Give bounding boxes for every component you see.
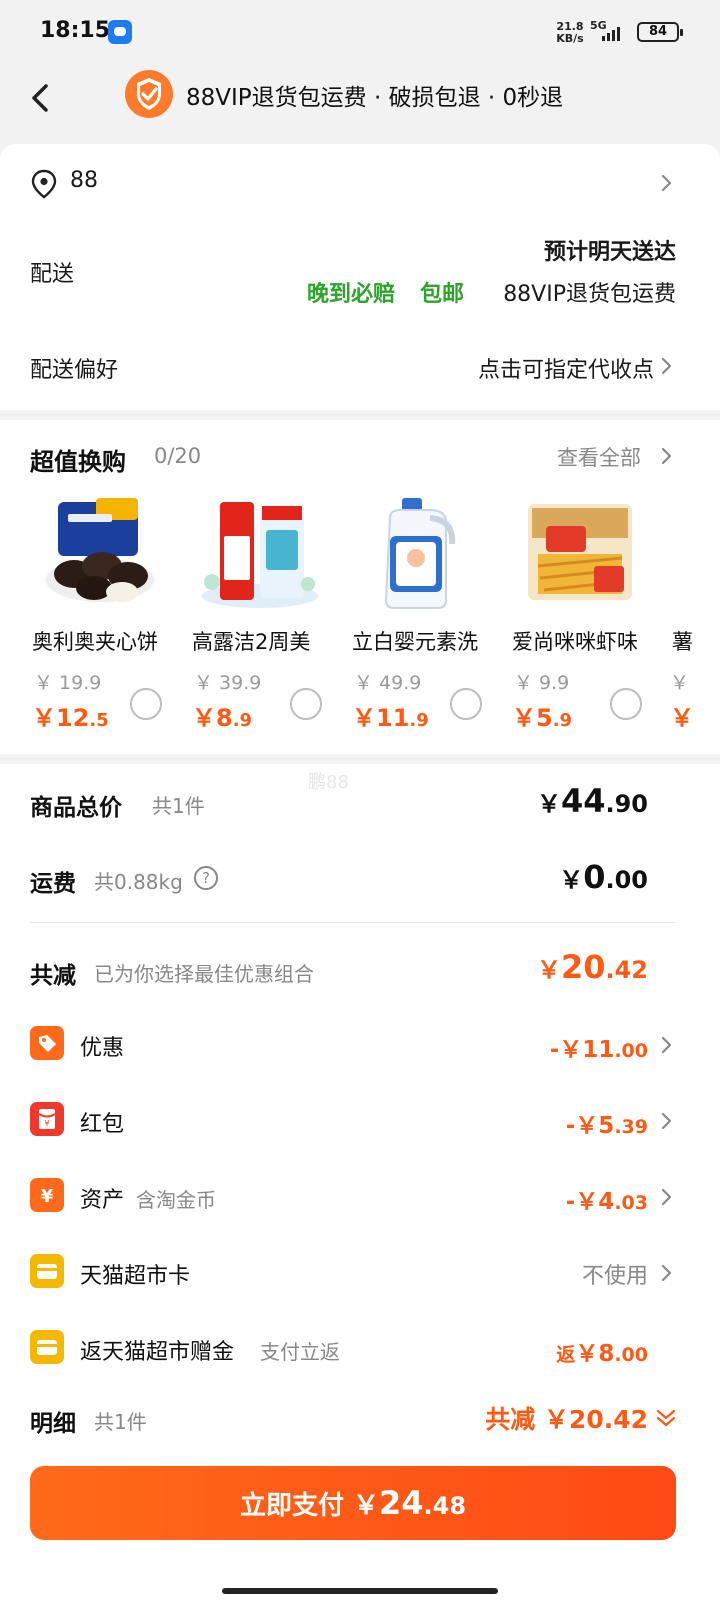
coupon-tag-icon	[30, 1026, 64, 1060]
shipping-amount: ￥0.00	[559, 858, 648, 896]
swap-product[interactable]: 立白婴元素洗 ￥ 49.9 ￥11.9	[350, 490, 510, 732]
shrimp-snack-product-image	[510, 496, 650, 612]
preference-value[interactable]: 点击可指定代收点	[478, 352, 654, 384]
signal-icon	[602, 27, 620, 41]
net-speed: 21.8 KB/s	[556, 20, 584, 45]
goods-total-label: 商品总价	[30, 795, 122, 821]
shield-check-icon	[124, 68, 174, 120]
swap-product-partial[interactable]: 薯 ￥ ￥	[670, 490, 720, 730]
red-packet-amount[interactable]: -￥5.39	[566, 1106, 648, 1140]
help-icon[interactable]: ?	[194, 866, 218, 890]
detail-count: 共1件	[94, 1410, 147, 1434]
goods-count: 共1件	[152, 794, 205, 818]
svg-text:¥: ¥	[41, 1186, 54, 1207]
select-radio[interactable]	[610, 688, 642, 720]
chevron-right-icon[interactable]	[660, 1186, 674, 1208]
supermarket-card-label: 天猫超市卡	[80, 1264, 191, 1289]
product-price: ￥	[670, 704, 694, 730]
discount-label: 优惠	[80, 1036, 125, 1061]
yuan-coin-icon: ¥	[30, 1178, 64, 1212]
page-title: 88VIP退货包运费 · 破损包退 · 0秒退	[186, 85, 564, 111]
reduction-label: 共减	[30, 963, 76, 989]
reduction-amount: ￥20.42	[536, 948, 648, 986]
price-card: 鹏88 商品总价 共1件 ￥44.90 运费 共0.88kg ? ￥0.00 共…	[0, 764, 720, 1600]
divider	[30, 922, 676, 923]
product-price: ￥12.5	[32, 704, 109, 732]
asset-label: 资产	[80, 1188, 125, 1213]
oreo-product-image	[30, 496, 170, 612]
goods-total-amount: ￥44.90	[536, 782, 648, 820]
back-arrow-icon[interactable]	[22, 78, 62, 118]
asset-note: 含淘金币	[136, 1188, 216, 1212]
app-notification-icon	[108, 20, 132, 44]
product-price: ￥11.9	[352, 704, 429, 732]
location-pin-icon	[30, 169, 58, 199]
swap-count: 0/20	[154, 444, 202, 468]
asset-amount[interactable]: -￥4.03	[566, 1182, 648, 1216]
view-all-link[interactable]: 查看全部	[557, 442, 641, 472]
chevron-right-icon[interactable]	[660, 355, 674, 377]
wallet-card-icon	[30, 1254, 64, 1288]
swap-product[interactable]: 高露洁2周美 ￥ 39.9 ￥8.9	[190, 490, 350, 732]
home-indicator[interactable]	[222, 1588, 498, 1594]
shipping-label: 运费	[30, 871, 76, 897]
address-text[interactable]: 88	[70, 168, 98, 193]
status-bar: 18:15 21.8 KB/s 5G 84	[0, 0, 720, 62]
double-chevron-down-icon[interactable]	[654, 1406, 678, 1430]
late-compensation-tag: 晚到必赔	[307, 282, 396, 307]
pay-now-button[interactable]: 立即支付 ￥24.48	[30, 1466, 676, 1540]
red-packet-icon: ¥	[30, 1102, 64, 1136]
delivery-eta: 预计明天送达	[543, 240, 676, 265]
product-name: 立白婴元素洗	[352, 630, 478, 654]
chevron-right-icon[interactable]	[660, 1262, 674, 1284]
product-old-price: ￥ 9.9	[514, 672, 570, 694]
product-name: 高露洁2周美	[192, 630, 311, 654]
toothpaste-product-image	[190, 496, 330, 612]
select-radio[interactable]	[130, 688, 162, 720]
swap-product[interactable]: 奥利奥夹心饼 ￥ 19.9 ￥12.5	[30, 490, 190, 732]
product-name: 奥利奥夹心饼	[32, 630, 158, 654]
product-old-price: ￥	[670, 672, 690, 694]
product-old-price: ￥ 19.9	[34, 672, 102, 694]
nav-bar: 88VIP退货包运费 · 破损包退 · 0秒退	[0, 62, 720, 144]
chevron-right-icon[interactable]	[660, 445, 674, 467]
reduction-note: 已为你选择最佳优惠组合	[94, 962, 314, 986]
select-radio[interactable]	[290, 688, 322, 720]
battery-icon: 84	[637, 22, 683, 42]
free-shipping-tag: 包邮	[420, 282, 465, 307]
chevron-right-icon[interactable]	[660, 172, 674, 194]
detergent-product-image	[350, 496, 490, 612]
svg-text:¥: ¥	[44, 1119, 49, 1128]
gift-card-icon	[30, 1330, 64, 1364]
detail-summary[interactable]: 共减 ￥20.42	[485, 1400, 648, 1436]
discount-amount[interactable]: -￥11.00	[550, 1030, 648, 1064]
red-packet-label: 红包	[80, 1112, 125, 1137]
product-price: ￥5.9	[512, 704, 573, 732]
detail-label: 明细	[30, 1411, 76, 1437]
swap-card: 超值换购 0/20 查看全部 奥利奥夹心饼 ￥ 19.9 ￥12.5 高露洁2周…	[0, 420, 720, 754]
cashback-label: 返天猫超市赠金	[80, 1340, 235, 1365]
swap-title: 超值换购	[30, 448, 126, 476]
swap-product[interactable]: 爱尚咪咪虾味 ￥ 9.9 ￥5.9	[510, 490, 670, 732]
status-time: 18:15	[40, 18, 111, 43]
product-old-price: ￥ 39.9	[194, 672, 262, 694]
delivery-label: 配送	[30, 262, 75, 287]
watermark: 鹏88	[308, 772, 349, 793]
product-price: ￥8.9	[192, 704, 253, 732]
chevron-right-icon[interactable]	[660, 1110, 674, 1132]
select-radio[interactable]	[450, 688, 482, 720]
shipping-weight: 共0.88kg	[94, 870, 183, 894]
preference-label: 配送偏好	[30, 358, 119, 383]
cashback-note: 支付立返	[260, 1340, 340, 1364]
supermarket-card-value[interactable]: 不使用	[582, 1258, 648, 1290]
product-old-price: ￥ 49.9	[354, 672, 422, 694]
return-shipping-note: 88VIP退货包运费	[503, 282, 676, 307]
chevron-right-icon[interactable]	[660, 1034, 674, 1056]
product-name: 薯	[672, 630, 693, 654]
cashback-amount: 返￥8.00	[556, 1341, 648, 1367]
product-name: 爱尚咪咪虾味	[512, 630, 638, 654]
delivery-card: 88 配送 预计明天送达 晚到必赔 包邮 88VIP退货包运费 配送偏好 点击可…	[0, 144, 720, 410]
